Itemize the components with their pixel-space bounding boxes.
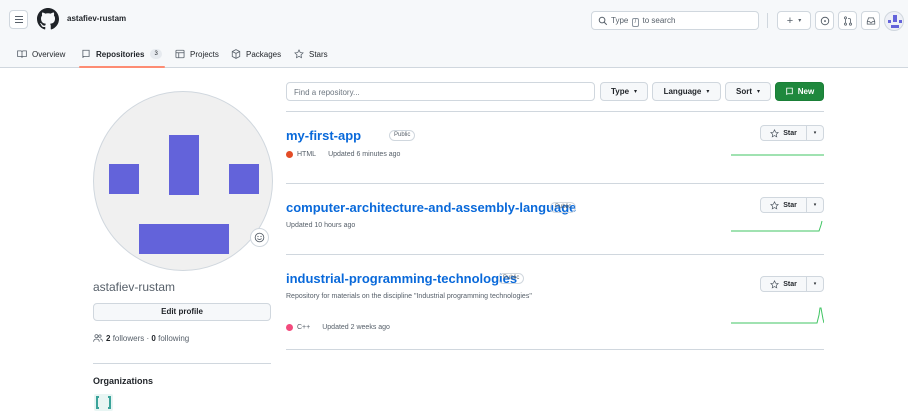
divider [286,111,824,112]
tab-stars-label: Stars [309,49,328,59]
user-avatar[interactable] [884,11,904,31]
language-color-dot [286,151,293,158]
inbox-button[interactable] [861,11,880,30]
top-header [0,0,908,38]
pull-requests-button[interactable] [838,11,857,30]
find-repository-placeholder: Find a repository... [294,88,360,97]
identicon-block [169,135,199,195]
set-status-button[interactable] [250,228,269,247]
search-icon [598,16,608,26]
people-icon [93,334,103,342]
star-list-dropdown[interactable]: ▾ [807,198,823,212]
type-filter-button[interactable]: Type ▾ [600,82,648,101]
star-icon [770,279,780,289]
chevron-down-icon: ▾ [706,89,710,95]
edit-profile-button[interactable]: Edit profile [93,303,271,321]
star-button[interactable]: Star ▾ [760,125,824,141]
repo-meta: HTML Updated 6 minutes ago [286,151,400,158]
book-icon [17,50,27,58]
table-icon [175,49,185,59]
repo-updated: Updated 6 minutes ago [328,151,401,158]
star-button[interactable]: Star ▾ [760,197,824,213]
identicon-block [109,164,139,194]
tab-projects[interactable]: Projects [175,46,219,62]
tab-packages[interactable]: Packages [231,46,281,62]
profile-username: astafiev-rustam [93,280,176,294]
repo-description: Repository for materials on the discipli… [286,293,532,300]
language-filter-button[interactable]: Language ▾ [652,82,721,101]
header-divider [767,13,768,28]
divider [286,254,824,255]
followers-summary: 2 followers · 0 following [93,333,189,343]
git-pull-request-icon [843,15,852,26]
tab-repositories[interactable]: Repositories 3 [81,46,162,62]
visibility-badge: Public [389,130,416,141]
new-repository-button[interactable]: New [775,82,824,101]
context-owner-name[interactable]: astafiev-rustam [67,14,126,23]
repo-meta: C++ Updated 2 weeks ago [286,324,390,331]
following-link[interactable]: 0 following [151,334,189,343]
left-divider [93,363,271,364]
tab-repositories-label: Repositories [96,49,145,59]
repo-icon [82,49,90,58]
profile-avatar[interactable] [93,91,273,271]
find-repository-input[interactable]: Find a repository... [286,82,595,101]
issues-button[interactable] [815,11,834,30]
slash-key-hint: / [631,18,640,27]
visibility-badge: Public [498,273,525,284]
activity-sparkline [731,220,823,232]
repo-updated: Updated 2 weeks ago [322,324,390,331]
star-list-dropdown[interactable]: ▾ [807,277,823,291]
activity-sparkline [731,154,824,156]
star-icon [770,200,780,210]
organizations-heading: Organizations [93,376,154,386]
smiley-icon [254,232,265,243]
create-new-button[interactable]: + ▾ [777,11,811,30]
tab-stars[interactable]: Stars [294,46,328,62]
repositories-count-badge: 3 [150,49,162,59]
star-icon [294,49,304,59]
identicon-block [139,224,229,254]
tab-packages-label: Packages [246,49,282,59]
star-icon [770,128,780,138]
identicon-block [229,164,259,194]
language-color-dot [286,324,293,331]
tab-overview-label: Overview [32,49,66,59]
plus-icon: + [786,14,794,27]
search-placeholder: Type / to search [611,16,676,27]
repo-meta: Updated 10 hours ago [286,222,355,229]
global-search-input[interactable]: Type / to search [591,11,759,30]
star-list-dropdown[interactable]: ▾ [807,126,823,140]
repo-name-link[interactable]: industrial-programming-technologies [286,271,517,286]
issue-opened-icon [820,16,829,25]
organization-avatar-icon[interactable] [94,394,113,411]
divider [286,183,824,184]
divider [286,349,824,350]
repo-language: C++ [297,324,311,331]
repo-updated: Updated 10 hours ago [286,222,356,229]
package-icon [231,49,241,59]
repo-language: HTML [297,151,317,158]
repo-icon [786,87,793,95]
repo-name-link[interactable]: computer-architecture-and-assembly-langu… [286,200,576,215]
menu-button[interactable] [9,10,28,29]
active-tab-underline [79,66,165,68]
repo-name-link[interactable]: my-first-app [286,128,361,143]
star-button[interactable]: Star ▾ [760,276,824,292]
followers-link[interactable]: 2 followers [106,334,144,343]
inbox-icon [866,16,875,25]
chevron-down-icon: ▾ [634,89,638,95]
visibility-badge: Public [550,202,577,213]
chevron-down-icon: ▾ [798,18,802,24]
chevron-down-icon: ▾ [756,89,760,95]
tab-overview[interactable]: Overview [17,46,65,62]
tab-projects-label: Projects [190,49,219,59]
sort-filter-button[interactable]: Sort ▾ [725,82,771,101]
github-logo-icon[interactable] [37,8,59,30]
activity-sparkline [731,307,824,324]
